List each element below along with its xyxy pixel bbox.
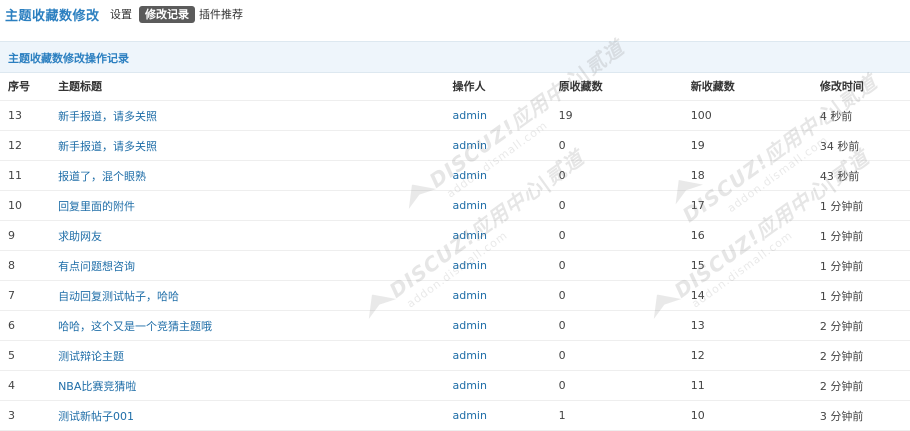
cell-operator-link[interactable]: admin [452, 370, 559, 401]
table-row: 12 新手报道，请多关照 admin 0 19 34 秒前 [0, 130, 910, 161]
nav-plugins[interactable]: 插件推荐 [199, 6, 243, 23]
cell-id: 3 [0, 400, 59, 431]
cell-old-count: 0 [558, 190, 691, 221]
cell-time: 4 秒前 [819, 100, 910, 131]
cell-operator-link[interactable]: admin [452, 100, 559, 131]
cell-subject-link[interactable]: 测试辩论主题 [58, 340, 453, 371]
cell-new-count: 11 [690, 370, 820, 401]
cell-old-count: 0 [558, 130, 691, 161]
cell-operator-link[interactable]: admin [452, 400, 559, 431]
cell-time: 1 分钟前 [819, 250, 910, 281]
table-row: 13 新手报道，请多关照 admin 19 100 4 秒前 [0, 100, 910, 131]
col-header-id: 序号 [0, 72, 59, 101]
cell-operator-link[interactable]: admin [452, 190, 559, 221]
cell-id: 9 [0, 220, 59, 251]
col-header-old-count: 原收藏数 [558, 72, 691, 101]
cell-new-count: 17 [690, 190, 820, 221]
nav-settings[interactable]: 设置 [110, 6, 132, 23]
records-table: 序号 主题标题 操作人 原收藏数 新收藏数 修改时间 13 新手报道，请多关照 ad… [0, 72, 910, 431]
table-row: 3 测试新帖子001 admin 1 10 3 分钟前 [0, 400, 910, 431]
cell-time: 2 分钟前 [819, 340, 910, 371]
cell-operator-link[interactable]: admin [452, 160, 559, 191]
cell-id: 4 [0, 370, 59, 401]
cell-old-count: 0 [558, 280, 691, 311]
cell-old-count: 0 [558, 160, 691, 191]
cell-operator-link[interactable]: admin [452, 250, 559, 281]
cell-time: 43 秒前 [819, 160, 910, 191]
cell-time: 1 分钟前 [819, 190, 910, 221]
cell-subject-link[interactable]: NBA比赛竞猜啦 [58, 370, 453, 401]
table-row: 4 NBA比赛竞猜啦 admin 0 11 2 分钟前 [0, 370, 910, 401]
cell-id: 8 [0, 250, 59, 281]
cell-subject-link[interactable]: 回复里面的附件 [58, 190, 453, 221]
cell-id: 7 [0, 280, 59, 311]
cell-operator-link[interactable]: admin [452, 340, 559, 371]
cell-subject-link[interactable]: 求助网友 [58, 220, 453, 251]
cell-operator-link[interactable]: admin [452, 280, 559, 311]
cell-old-count: 1 [558, 400, 691, 431]
nav-records-active[interactable]: 修改记录 [139, 6, 195, 23]
cell-subject-link[interactable]: 新手报道，请多关照 [58, 100, 453, 131]
cell-old-count: 0 [558, 340, 691, 371]
col-header-subject: 主题标题 [58, 72, 453, 101]
cell-old-count: 19 [558, 100, 691, 131]
table-row: 11 报道了，混个眼熟 admin 0 18 43 秒前 [0, 160, 910, 191]
cell-operator-link[interactable]: admin [452, 220, 559, 251]
cell-new-count: 10 [690, 400, 820, 431]
cell-id: 12 [0, 130, 59, 161]
cell-old-count: 0 [558, 370, 691, 401]
col-header-operator: 操作人 [452, 72, 559, 101]
cell-id: 5 [0, 340, 59, 371]
panel-header: 主题收藏数修改操作记录 [0, 41, 910, 73]
cell-id: 6 [0, 310, 59, 341]
cell-subject-link[interactable]: 报道了，混个眼熟 [58, 160, 453, 191]
cell-new-count: 12 [690, 340, 820, 371]
cell-subject-link[interactable]: 自动回复测试帖子，哈哈 [58, 280, 453, 311]
cell-new-count: 19 [690, 130, 820, 161]
cell-new-count: 16 [690, 220, 820, 251]
cell-new-count: 13 [690, 310, 820, 341]
table-row: 9 求助网友 admin 0 16 1 分钟前 [0, 220, 910, 251]
cell-new-count: 15 [690, 250, 820, 281]
cell-old-count: 0 [558, 250, 691, 281]
col-header-new-count: 新收藏数 [690, 72, 820, 101]
cell-time: 2 分钟前 [819, 310, 910, 341]
table-row: 7 自动回复测试帖子，哈哈 admin 0 14 1 分钟前 [0, 280, 910, 311]
cell-new-count: 18 [690, 160, 820, 191]
cell-id: 10 [0, 190, 59, 221]
cell-subject-link[interactable]: 有点问题想咨询 [58, 250, 453, 281]
table-row: 6 哈哈，这个又是一个竞猜主题哦 admin 0 13 2 分钟前 [0, 310, 910, 341]
cell-old-count: 0 [558, 220, 691, 251]
col-header-time: 修改时间 [819, 72, 910, 101]
page-title: 主题收藏数修改 [5, 9, 100, 24]
top-bar: 主题收藏数修改 设置 修改记录 插件推荐 [0, 0, 910, 30]
cell-operator-link[interactable]: admin [452, 130, 559, 161]
cell-new-count: 14 [690, 280, 820, 311]
cell-subject-link[interactable]: 测试新帖子001 [58, 400, 453, 431]
cell-old-count: 0 [558, 310, 691, 341]
cell-subject-link[interactable]: 新手报道，请多关照 [58, 130, 453, 161]
table-row: 8 有点问题想咨询 admin 0 15 1 分钟前 [0, 250, 910, 281]
table-header-row: 序号 主题标题 操作人 原收藏数 新收藏数 修改时间 [0, 72, 910, 101]
cell-time: 2 分钟前 [819, 370, 910, 401]
cell-id: 11 [0, 160, 59, 191]
table-row: 5 测试辩论主题 admin 0 12 2 分钟前 [0, 340, 910, 371]
cell-operator-link[interactable]: admin [452, 310, 559, 341]
table-row: 10 回复里面的附件 admin 0 17 1 分钟前 [0, 190, 910, 221]
cell-time: 34 秒前 [819, 130, 910, 161]
panel-title: 主题收藏数修改操作记录 [8, 52, 129, 65]
cell-time: 1 分钟前 [819, 220, 910, 251]
cell-subject-link[interactable]: 哈哈，这个又是一个竞猜主题哦 [58, 310, 453, 341]
cell-new-count: 100 [690, 100, 820, 131]
cell-time: 3 分钟前 [819, 400, 910, 431]
cell-time: 1 分钟前 [819, 280, 910, 311]
cell-id: 13 [0, 100, 59, 131]
